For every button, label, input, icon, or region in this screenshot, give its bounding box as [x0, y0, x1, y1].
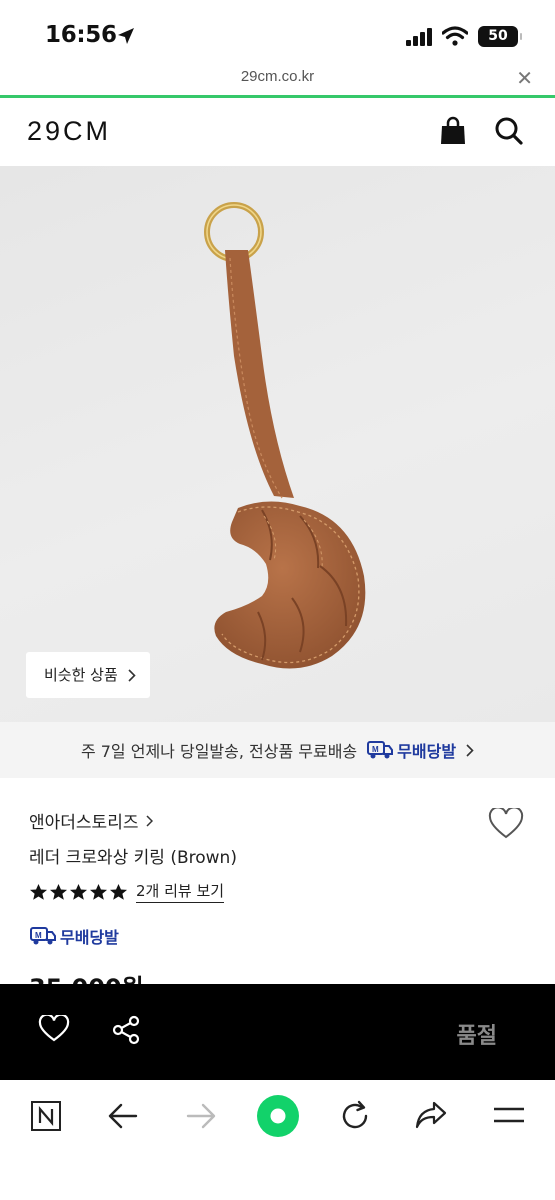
- green-dot-icon[interactable]: [256, 1094, 300, 1138]
- status-time: 16:56: [45, 22, 117, 48]
- purchase-bar: 품절: [0, 984, 555, 1080]
- back-arrow-icon[interactable]: [108, 1102, 138, 1130]
- free-shipping-badge: M 무배당발: [367, 738, 456, 762]
- similar-products-label: 비슷한 상품: [44, 666, 118, 684]
- menu-icon[interactable]: [493, 1106, 525, 1124]
- site-logo[interactable]: 29CM: [27, 116, 111, 147]
- reload-icon[interactable]: [339, 1100, 371, 1132]
- chevron-right-icon: [466, 743, 474, 757]
- share-icon[interactable]: [112, 1015, 142, 1045]
- brand-link[interactable]: 앤아더스토리즈: [29, 808, 154, 833]
- chevron-right-icon: [146, 814, 154, 827]
- url-bar[interactable]: 29cm.co.kr ✕: [0, 62, 555, 96]
- product-image[interactable]: 비슷한 상품: [0, 166, 555, 722]
- delivery-banner-text: 주 7일 언제나 당일발송, 전상품 무료배송: [80, 742, 358, 761]
- delivery-banner[interactable]: 주 7일 언제나 당일발송, 전상품 무료배송 M 무배당발: [0, 722, 555, 778]
- site-header: 29CM: [0, 98, 555, 166]
- svg-text:M: M: [372, 745, 379, 754]
- similar-products-button[interactable]: 비슷한 상품: [26, 652, 150, 698]
- browser-toolbar: [0, 1080, 555, 1200]
- free-shipping-badge-label: 무배당발: [397, 742, 457, 761]
- free-shipping-tag: M 무배당발: [30, 924, 119, 948]
- rating-row: 2개 리뷰 보기: [29, 880, 225, 903]
- star-icon: [89, 883, 108, 900]
- location-arrow-icon: [118, 28, 134, 44]
- delivery-truck-icon: M: [30, 927, 56, 945]
- heart-icon[interactable]: [488, 808, 524, 840]
- heart-icon[interactable]: [38, 1015, 70, 1043]
- review-link[interactable]: 2개 리뷰 보기: [136, 880, 225, 903]
- delivery-truck-icon: M: [367, 741, 394, 759]
- star-icon: [29, 883, 48, 900]
- rating-stars: [29, 883, 128, 901]
- wifi-icon: [442, 26, 468, 46]
- sold-out-button[interactable]: 품절: [457, 1018, 497, 1050]
- battery-level: 50: [488, 28, 508, 44]
- naver-icon[interactable]: [30, 1100, 62, 1132]
- chevron-right-icon: [128, 668, 136, 682]
- status-bar: 16:56 50: [0, 0, 555, 62]
- share-arrow-icon[interactable]: [414, 1100, 448, 1130]
- forward-arrow-icon[interactable]: [186, 1102, 216, 1130]
- product-name: 레더 크로와상 키링 (Brown): [29, 848, 237, 868]
- croissant-keyring-photo: [204, 202, 366, 669]
- battery-icon: 50: [478, 26, 522, 47]
- close-icon[interactable]: ✕: [516, 66, 533, 90]
- star-icon: [109, 883, 128, 900]
- brand-name: 앤아더스토리즈: [29, 813, 139, 833]
- free-shipping-tag-label: 무배당발: [60, 928, 119, 947]
- star-icon: [49, 883, 68, 900]
- star-icon: [69, 883, 88, 900]
- svg-text:M: M: [35, 931, 42, 940]
- shopping-bag-icon[interactable]: [439, 116, 467, 146]
- signal-icon: [406, 28, 432, 46]
- url-text[interactable]: 29cm.co.kr: [0, 68, 555, 85]
- search-icon[interactable]: [494, 116, 524, 146]
